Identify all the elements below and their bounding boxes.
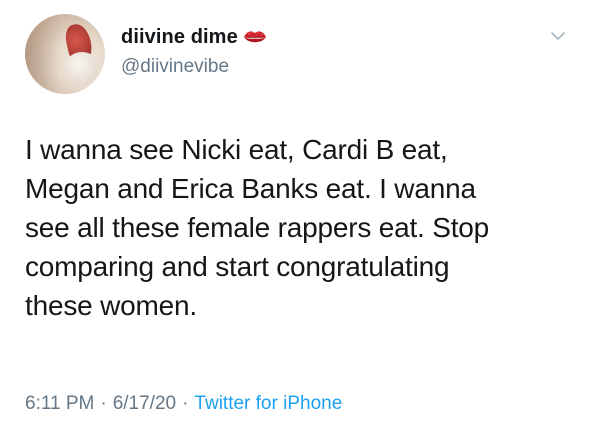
author-name-row[interactable]: diivine dime: [121, 24, 268, 50]
tweet-text-line: I wanna see Nicki eat, Cardi B eat,: [25, 134, 448, 165]
tweet-text: I wanna see Nicki eat, Cardi B eat, Mega…: [25, 130, 565, 325]
tweet-source-link[interactable]: Twitter for iPhone: [194, 393, 342, 414]
separator: ·: [182, 393, 189, 414]
avatar-shade: [25, 14, 61, 94]
tweet-text-line: Megan and Erica Banks eat. I wanna: [25, 173, 476, 204]
tweet-date[interactable]: 6/17/20: [113, 393, 176, 414]
avatar-detail: [65, 52, 99, 82]
tweet-text-line: comparing and start congratulating: [25, 251, 450, 282]
display-name[interactable]: diivine dime: [121, 26, 238, 49]
chevron-down-icon[interactable]: [550, 30, 566, 42]
separator: ·: [100, 393, 107, 414]
lips-kiss-icon: [243, 31, 266, 43]
user-handle[interactable]: @diivinevibe: [121, 56, 229, 78]
tweet-metadata: 6:11 PM · 6/17/20 · Twitter for iPhone: [25, 393, 342, 415]
tweet-text-line: see all these female rappers eat. Stop: [25, 212, 490, 243]
avatar[interactable]: [25, 14, 105, 94]
tweet-card: diivine dime @diivinevibe I wanna see Ni…: [0, 0, 595, 438]
tweet-text-line: these women.: [25, 290, 197, 321]
tweet-time[interactable]: 6:11 PM: [25, 393, 94, 414]
